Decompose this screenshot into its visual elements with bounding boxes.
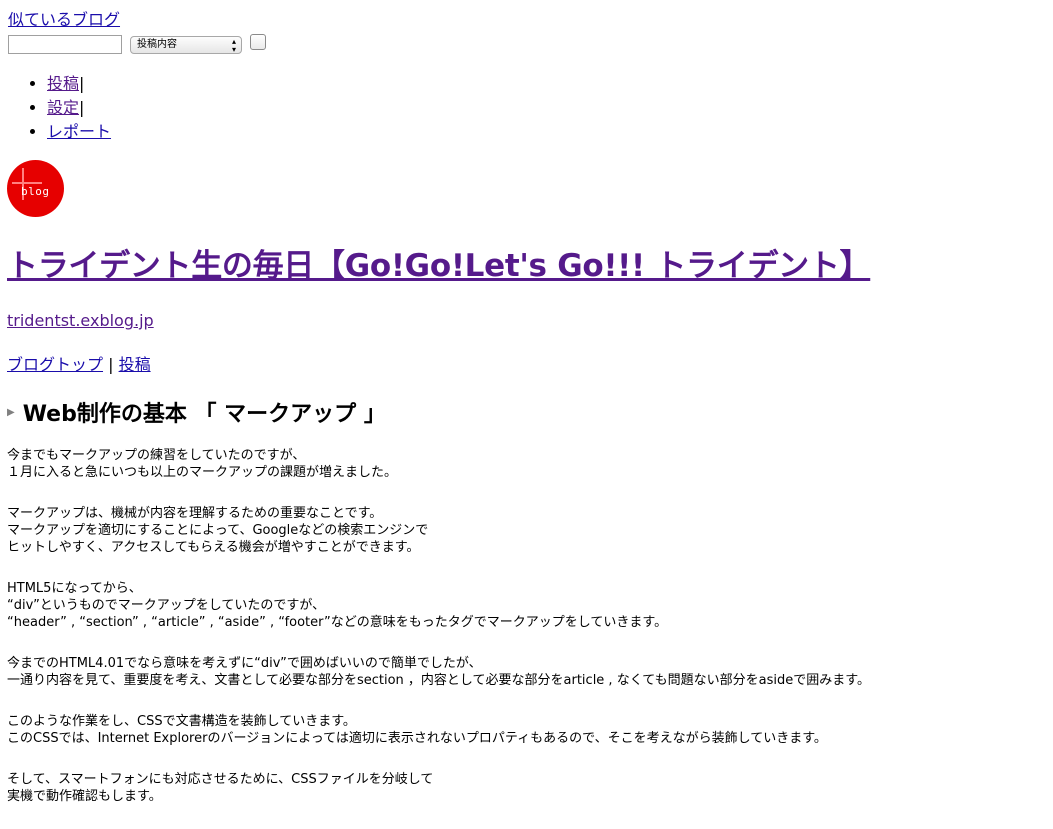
- post-line: このような作業をし、CSSで文書構造を装飾していきます。: [7, 714, 356, 729]
- blog-top-link[interactable]: ブログトップ: [7, 355, 103, 374]
- post-title: ▶ Web制作の基本 「 マークアップ 」: [7, 396, 386, 428]
- post-paragraph: このような作業をし、CSSで文書構造を装飾していきます。このCSSでは、Inte…: [7, 713, 1047, 747]
- search-scope-value: 投稿内容: [137, 38, 177, 50]
- triangle-bullet-icon: ▶: [7, 406, 15, 418]
- menu-item-post: 投稿|: [47, 72, 111, 96]
- post-title-text: Web制作の基本 「 マークアップ 」: [22, 402, 386, 427]
- search-scope-select[interactable]: 投稿内容 ▴ ▾: [130, 35, 242, 54]
- post-line: ヒットしやすく、アクセスしてもらえる機会が増やすことができます。: [7, 540, 420, 555]
- search-checkbox[interactable]: [250, 33, 266, 50]
- post-paragraph: マークアップは、機械が内容を理解するための重要なことです。マークアップを適切にす…: [7, 505, 1047, 556]
- search-bar: 投稿内容 ▴ ▾: [8, 33, 266, 54]
- blog-title: トライデント生の毎日【Go!Go!Let's Go!!! トライデント】: [7, 240, 871, 285]
- post-body: 今までもマークアップの練習をしていたのですが、 １月に入ると急にいつも以上のマーク…: [7, 447, 1047, 829]
- post-line: 一通り内容を見て、重要度を考え、文書として必要な部分をsection ，内容とし…: [7, 673, 870, 688]
- post-paragraph: 今までのHTML4.01でなら意味を考えずに“div”で囲めばいいので簡単でした…: [7, 655, 1047, 689]
- blog-url: tridentst.exblog.jp: [7, 311, 154, 330]
- menu-settings-link[interactable]: 設定: [47, 98, 79, 117]
- post-line: マークアップは、機械が内容を理解するための重要なことです。: [7, 506, 383, 521]
- post-line: 今までのHTML4.01でなら意味を考えずに“div”で囲めばいいので簡単でした…: [7, 656, 482, 671]
- blog-logo[interactable]: blog: [7, 160, 64, 217]
- menu-post-link[interactable]: 投稿: [47, 74, 79, 93]
- post-line: 今までもマークアップの練習をしていたのですが、: [7, 448, 306, 463]
- post-line: HTML5になってから、: [7, 581, 142, 596]
- menu-item-settings: 設定|: [47, 96, 111, 120]
- menu-separator: |: [79, 74, 85, 93]
- post-line: このCSSでは、Internet Explorerのバージョンによっては適切に表…: [7, 731, 827, 746]
- search-input[interactable]: [8, 35, 122, 54]
- post-line: そして、スマートフォンにも対応させるために、CSSファイルを分岐して: [7, 772, 434, 787]
- menu-separator: |: [79, 98, 85, 117]
- logo-mark: [12, 182, 42, 184]
- select-arrows-icon: ▴ ▾: [231, 36, 236, 54]
- post-paragraph: HTML5になってから、 “div”というものでマークアップをしていたのですが、 “…: [7, 580, 1047, 631]
- menu-report-link[interactable]: レポート: [47, 122, 111, 141]
- post-paragraph: そして、スマートフォンにも対応させるために、CSSファイルを分岐して 実機で動作確…: [7, 771, 1047, 805]
- post-line: マークアップを適切にすることによって、Googleなどの検索エンジンで: [7, 523, 429, 538]
- nav-separator: |: [103, 355, 119, 374]
- blog-url-link[interactable]: tridentst.exblog.jp: [7, 311, 154, 330]
- post-paragraph: 今までもマークアップの練習をしていたのですが、 １月に入ると急にいつも以上のマーク…: [7, 447, 1047, 481]
- blog-menu: 投稿| 設定| レポート: [8, 72, 111, 144]
- blog-nav: ブログトップ | 投稿: [7, 351, 151, 375]
- logo-text: blog: [21, 185, 50, 198]
- post-line: “header” , “section” , “article” , “asid…: [7, 615, 668, 630]
- menu-item-report: レポート: [47, 120, 111, 144]
- similar-blogs-link[interactable]: 似ているブログ: [8, 6, 120, 30]
- blog-title-link[interactable]: トライデント生の毎日【Go!Go!Let's Go!!! トライデント】: [7, 248, 871, 284]
- post-line: “div”というものでマークアップをしていたのですが、: [7, 598, 326, 613]
- blog-post-link[interactable]: 投稿: [119, 355, 151, 374]
- post-line: １月に入ると急にいつも以上のマークアップの課題が増えました。: [7, 465, 398, 480]
- post-line: 実機で動作確認もします。: [7, 789, 162, 804]
